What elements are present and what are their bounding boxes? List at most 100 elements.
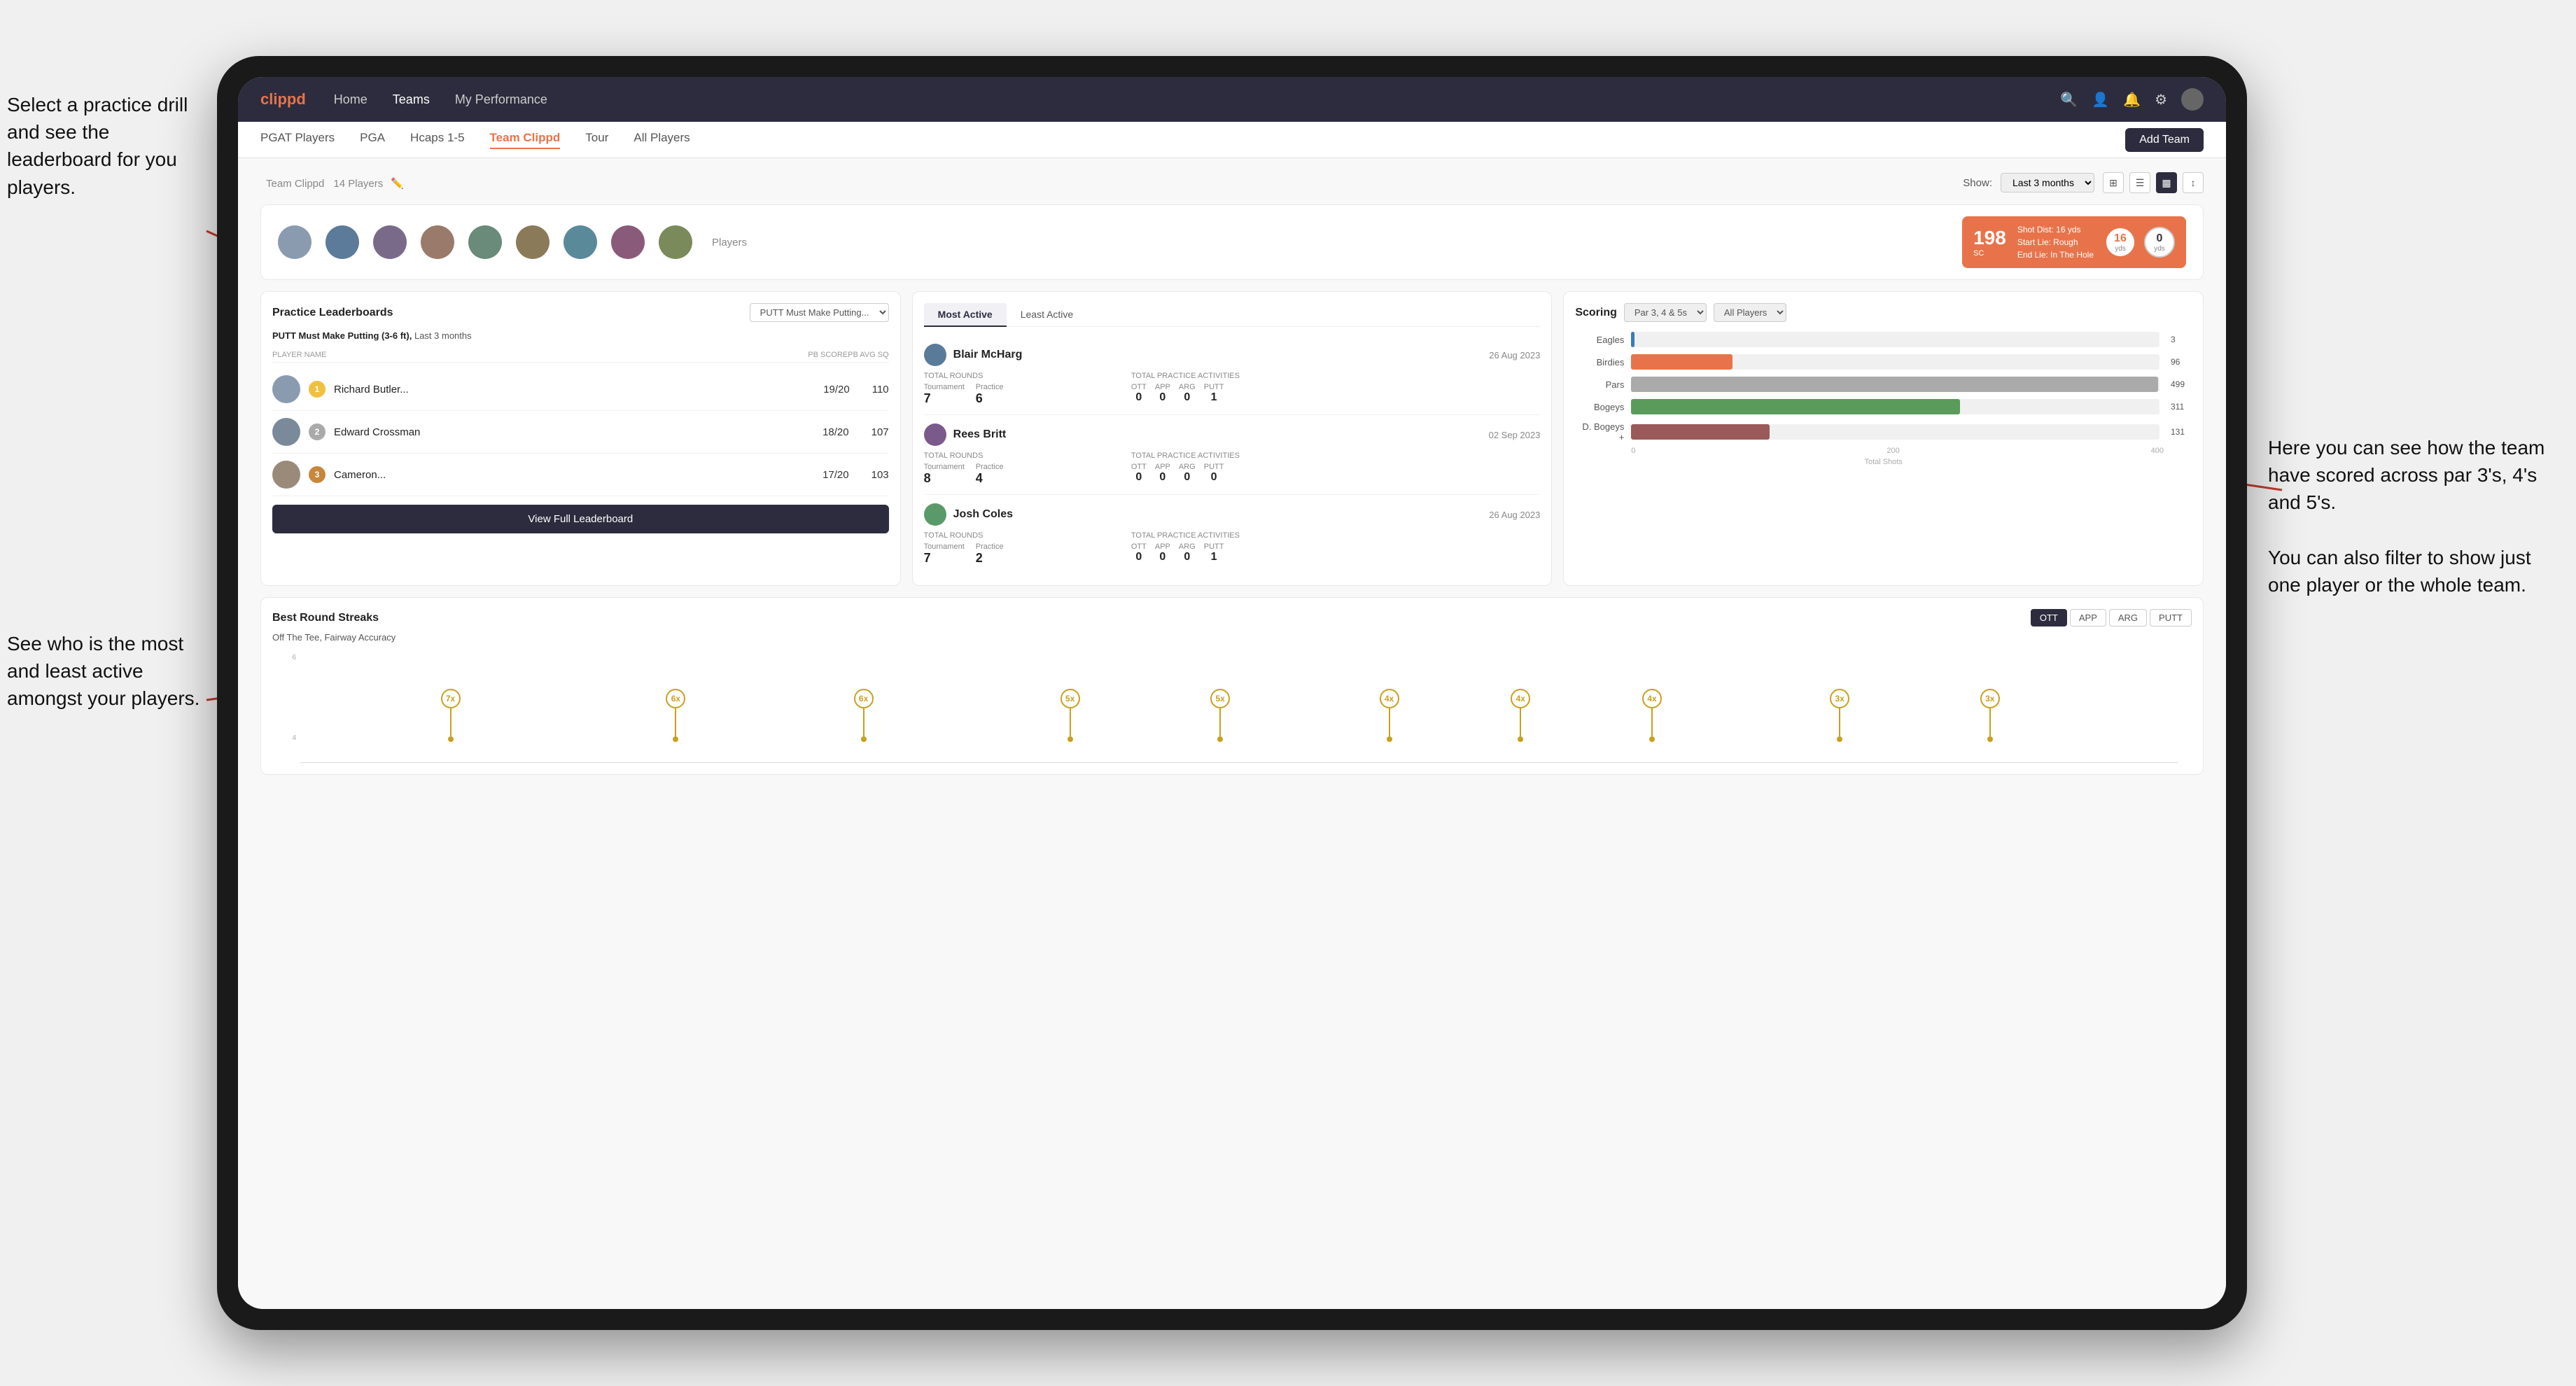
pa-ott-label-1: OTT xyxy=(1131,383,1147,391)
view-sort-btn[interactable]: ↕ xyxy=(2183,172,2204,193)
pa-mini-stats-2: OTT 0 APP 0 ARG 0 xyxy=(1131,463,1333,484)
activity-player-3: Josh Coles 26 Aug 2023 Total Rounds Tour… xyxy=(924,495,1541,574)
scoring-card: Scoring Par 3, 4 & 5s All Players Eagles… xyxy=(1563,291,2204,586)
bar-track-D. Bogeys + xyxy=(1631,424,2160,440)
nav-performance[interactable]: My Performance xyxy=(455,92,547,107)
streak-dot-7: 4x xyxy=(1642,689,1662,708)
shot-number: 198 xyxy=(1973,227,2006,249)
subnav-pgat[interactable]: PGAT Players xyxy=(260,131,335,149)
pa-rounds-label-2: Total Rounds xyxy=(924,451,1126,460)
player-avatar-3[interactable] xyxy=(373,225,407,259)
bell-icon[interactable]: 🔔 xyxy=(2123,91,2141,108)
streaks-btn-app[interactable]: APP xyxy=(2070,609,2106,626)
subnav-team-clippd[interactable]: Team Clippd xyxy=(490,131,561,149)
player-avatar-1[interactable] xyxy=(278,225,312,259)
pa-practice-label-2: Practice xyxy=(976,463,1004,471)
col-score-label: PB SCORE xyxy=(808,351,848,359)
streaks-title: Best Round Streaks xyxy=(272,612,379,624)
pa-app-label-3: APP xyxy=(1155,542,1170,551)
streaks-baseline xyxy=(300,762,2178,763)
col-player-label: PLAYER NAME xyxy=(272,351,808,359)
streaks-btn-arg[interactable]: ARG xyxy=(2109,609,2147,626)
shot-label: SC xyxy=(1973,249,2006,258)
leaderboard-row-3: 3 Cameron... 17/20 103 xyxy=(272,454,889,496)
scoring-filter-1[interactable]: Par 3, 4 & 5s xyxy=(1624,303,1707,322)
streaks-btn-putt[interactable]: PUTT xyxy=(2150,609,2192,626)
streak-line-1 xyxy=(675,708,676,736)
streak-dot-0: 7x xyxy=(441,689,461,708)
view-grid-btn[interactable]: ⊞ xyxy=(2103,172,2124,193)
streaks-header: Best Round Streaks OTTAPPARGPUTT xyxy=(272,609,2192,626)
lb-rank-2: 2 xyxy=(309,424,326,440)
pa-practice-group-1: Total Practice Activities OTT 0 APP 0 xyxy=(1131,372,1333,406)
navbar-links: Home Teams My Performance xyxy=(334,92,2061,107)
three-col-section: Practice Leaderboards PUTT Must Make Put… xyxy=(260,291,2204,586)
settings-icon[interactable]: ⚙ xyxy=(2155,91,2167,108)
pa-ott-value-1: 0 xyxy=(1131,391,1147,404)
search-icon[interactable]: 🔍 xyxy=(2060,91,2078,108)
streak-pin-8: 3x xyxy=(1830,689,1849,742)
player-avatar-7[interactable] xyxy=(564,225,597,259)
pa-total-practice-label-3: Total Practice Activities xyxy=(1131,531,1333,540)
player-avatar-8[interactable] xyxy=(611,225,645,259)
pa-arg-label-1: ARG xyxy=(1179,383,1196,391)
pa-arg-label-3: ARG xyxy=(1179,542,1196,551)
bar-track-Bogeys xyxy=(1631,399,2160,414)
pa-app-value-1: 0 xyxy=(1155,391,1170,404)
streak-pin-9: 3x xyxy=(1980,689,2000,742)
pa-practice-value-2: 4 xyxy=(976,471,1004,486)
pa-ott-label-3: OTT xyxy=(1131,542,1147,551)
streaks-btn-ott[interactable]: OTT xyxy=(2031,609,2067,626)
streak-line-4 xyxy=(1219,708,1221,736)
tab-least-active[interactable]: Least Active xyxy=(1007,303,1088,327)
pa-tournament-col-3: Tournament 7 xyxy=(924,542,965,566)
nav-teams[interactable]: Teams xyxy=(393,92,430,107)
pa-putt-3: PUTT 1 xyxy=(1204,542,1224,564)
pa-avatar-1 xyxy=(924,344,946,366)
pa-tournament-value-1: 7 xyxy=(924,391,965,406)
show-label: Show: xyxy=(1963,177,1992,189)
player-avatar-9[interactable] xyxy=(659,225,692,259)
player-avatar-4[interactable] xyxy=(421,225,454,259)
view-leaderboard-btn[interactable]: View Full Leaderboard xyxy=(272,505,889,533)
lb-avatar-3 xyxy=(272,461,300,489)
subnav-hcaps[interactable]: Hcaps 1-5 xyxy=(410,131,464,149)
activity-tabs: Most Active Least Active xyxy=(924,303,1541,327)
bar-value-D. Bogeys +: 131 xyxy=(2171,427,2192,437)
pa-mini-stats-1: OTT 0 APP 0 ARG 0 xyxy=(1131,383,1333,404)
pa-arg-3: ARG 0 xyxy=(1179,542,1196,564)
user-icon[interactable]: 👤 xyxy=(2092,91,2109,108)
axis-200: 200 xyxy=(1886,447,1899,455)
leaderboard-dropdown[interactable]: PUTT Must Make Putting... xyxy=(750,303,889,322)
tab-most-active[interactable]: Most Active xyxy=(924,303,1007,327)
add-team-button[interactable]: Add Team xyxy=(2125,128,2204,152)
view-list-btn[interactable]: ☰ xyxy=(2129,172,2150,193)
nav-home[interactable]: Home xyxy=(334,92,368,107)
lb-avg-1: 110 xyxy=(872,384,889,396)
user-avatar[interactable] xyxy=(2181,88,2204,111)
player-avatar-5[interactable] xyxy=(468,225,502,259)
player-avatar-6[interactable] xyxy=(516,225,550,259)
pa-rounds-group-1: Total Rounds Tournament 7 Practice 6 xyxy=(924,372,1126,406)
period-select[interactable]: Last 3 months xyxy=(2001,173,2094,192)
pa-arg-value-3: 0 xyxy=(1179,551,1196,564)
pa-stats-1: Total Rounds Tournament 7 Practice 6 xyxy=(924,372,1541,406)
pa-practice-value-1: 6 xyxy=(976,391,1004,406)
view-card-btn[interactable]: ▦ xyxy=(2156,172,2177,193)
pa-header-2: Rees Britt 02 Sep 2023 xyxy=(924,424,1541,446)
subnav-pga[interactable]: PGA xyxy=(360,131,385,149)
bar-row-bogeys: Bogeys 311 xyxy=(1575,399,2192,414)
yds1-value: 16 xyxy=(2114,232,2127,245)
pa-date-3: 26 Aug 2023 xyxy=(1489,510,1540,520)
subnav-all-players[interactable]: All Players xyxy=(634,131,690,149)
pa-ott-value-3: 0 xyxy=(1131,551,1147,564)
player-avatar-2[interactable] xyxy=(326,225,359,259)
subnav-tour[interactable]: Tour xyxy=(585,131,608,149)
edit-icon[interactable]: ✏️ xyxy=(391,178,404,190)
yds-circle-1: 16 yds xyxy=(2105,227,2136,258)
pa-practice-group-2: Total Practice Activities OTT 0 APP 0 xyxy=(1131,451,1333,486)
streak-pin-2: 6x xyxy=(854,689,874,742)
pa-tournament-label-1: Tournament xyxy=(924,383,965,391)
scoring-filter-2[interactable]: All Players xyxy=(1714,303,1786,322)
streak-bottom-dot-3 xyxy=(1068,736,1073,742)
